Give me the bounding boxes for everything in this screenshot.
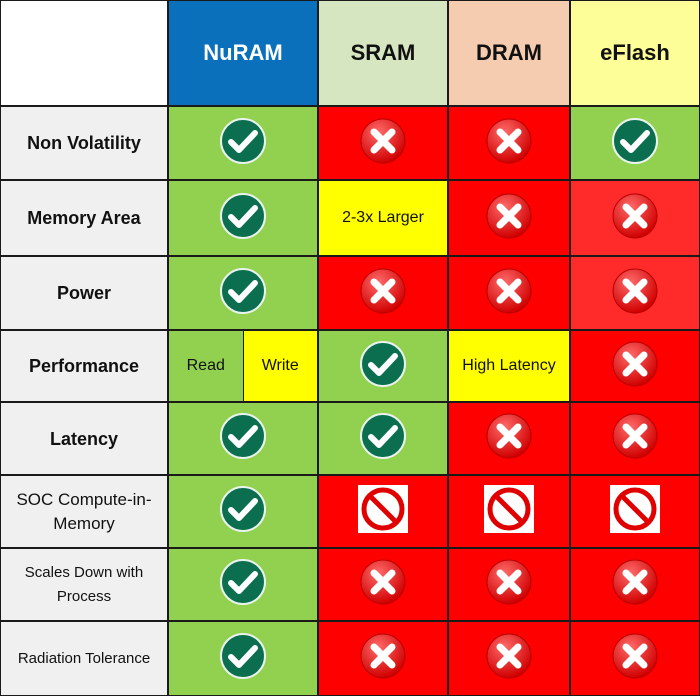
cell-eflash <box>570 402 700 475</box>
row-label: Latency <box>0 402 168 475</box>
column-header-eflash: eFlash <box>570 0 700 106</box>
split-cell-nuram: Read Write <box>168 330 318 402</box>
cell-sram <box>318 402 448 475</box>
comparison-table: NuRAM SRAM DRAM eFlash Non Volatility Memory … <box>0 0 700 696</box>
cell-nuram <box>168 256 318 330</box>
cell-dram <box>448 106 570 180</box>
cell-sram <box>318 621 448 696</box>
cell-eflash <box>570 106 700 180</box>
x-circle-icon <box>611 632 659 685</box>
x-circle-icon <box>611 558 659 611</box>
x-circle-icon <box>485 267 533 320</box>
x-circle-icon <box>359 267 407 320</box>
cell-sram <box>318 330 448 402</box>
check-circle-icon <box>218 557 268 612</box>
x-circle-icon <box>611 412 659 465</box>
x-circle-icon <box>359 558 407 611</box>
cell-nuram <box>168 180 318 256</box>
x-circle-icon <box>611 340 659 393</box>
cell-dram <box>448 475 570 548</box>
corner-cell <box>0 0 168 106</box>
x-circle-icon <box>485 192 533 245</box>
check-circle-icon <box>218 411 268 466</box>
check-circle-icon <box>358 411 408 466</box>
x-circle-icon <box>485 632 533 685</box>
row-label: Memory Area <box>0 180 168 256</box>
cell-sram <box>318 475 448 548</box>
check-circle-icon <box>610 116 660 171</box>
column-header-nuram: NuRAM <box>168 0 318 106</box>
cell-dram <box>448 621 570 696</box>
cell-nuram <box>168 475 318 548</box>
cell-dram <box>448 548 570 621</box>
check-circle-icon <box>218 631 268 686</box>
x-circle-icon <box>611 192 659 245</box>
cell-eflash <box>570 475 700 548</box>
cell-sram <box>318 256 448 330</box>
cell-nuram <box>168 621 318 696</box>
cell-eflash <box>570 548 700 621</box>
cell-eflash <box>570 330 700 402</box>
cell-nuram <box>168 402 318 475</box>
cell-sram <box>318 548 448 621</box>
cell-text: 2-3x Larger <box>318 180 448 256</box>
cell-nuram <box>168 548 318 621</box>
row-label: Performance <box>0 330 168 402</box>
row-label: Non Volatility <box>0 106 168 180</box>
cell-eflash <box>570 621 700 696</box>
cell-dram <box>448 180 570 256</box>
x-circle-icon <box>611 267 659 320</box>
check-circle-icon <box>218 191 268 246</box>
cell-eflash <box>570 256 700 330</box>
check-circle-icon <box>218 266 268 321</box>
prohibited-icon <box>358 485 408 538</box>
row-label: Radiation Tolerance <box>0 621 168 696</box>
cell-text: Read <box>169 331 243 401</box>
cell-dram <box>448 402 570 475</box>
column-header-dram: DRAM <box>448 0 570 106</box>
check-circle-icon <box>358 339 408 394</box>
cell-sram <box>318 106 448 180</box>
cell-eflash <box>570 180 700 256</box>
cell-text: High Latency <box>448 330 570 402</box>
prohibited-icon <box>484 485 534 538</box>
x-circle-icon <box>359 117 407 170</box>
row-label: SOC Compute-in-Memory <box>0 475 168 548</box>
x-circle-icon <box>485 117 533 170</box>
row-label: Power <box>0 256 168 330</box>
cell-dram <box>448 256 570 330</box>
cell-text: Write <box>242 331 317 401</box>
row-label: Scales Down with Process <box>0 548 168 621</box>
column-header-sram: SRAM <box>318 0 448 106</box>
check-circle-icon <box>218 484 268 539</box>
check-circle-icon <box>218 116 268 171</box>
x-circle-icon <box>359 632 407 685</box>
x-circle-icon <box>485 412 533 465</box>
cell-nuram <box>168 106 318 180</box>
prohibited-icon <box>610 485 660 538</box>
x-circle-icon <box>485 558 533 611</box>
